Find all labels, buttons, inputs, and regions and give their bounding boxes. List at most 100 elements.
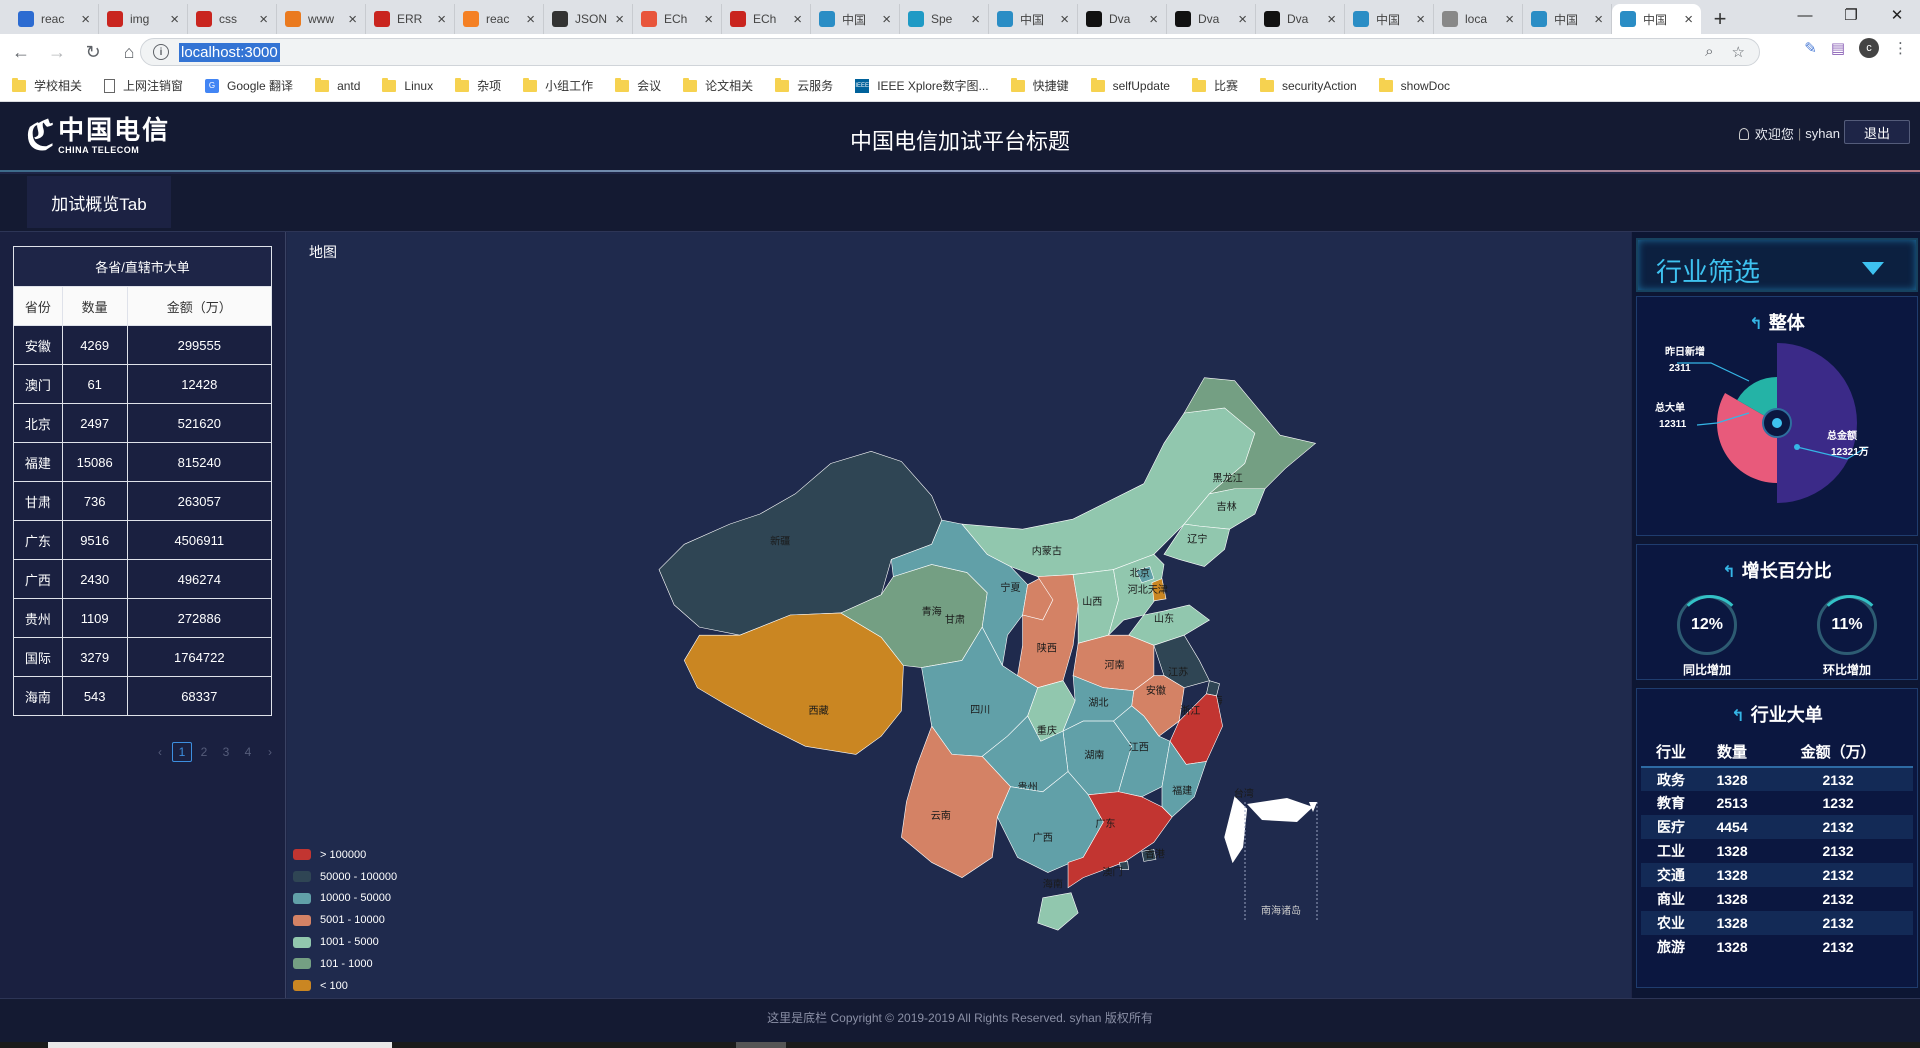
bookmark-label: antd: [337, 78, 361, 93]
browser-tab[interactable]: 中国 ×: [811, 4, 900, 34]
bookmark-item[interactable]: G Google 翻译: [205, 77, 293, 94]
site-info-icon[interactable]: i: [153, 44, 169, 60]
tab-title: ERR: [397, 12, 423, 26]
browser-tab[interactable]: 中国 ×: [1523, 4, 1612, 34]
browser-tab[interactable]: img ×: [99, 4, 188, 34]
bookmark-item[interactable]: 学校相关: [12, 77, 82, 94]
close-window-button[interactable]: ✕: [1874, 0, 1920, 30]
legend-item[interactable]: > 100000: [293, 844, 397, 866]
legend-item[interactable]: 1001 - 5000: [293, 931, 397, 953]
close-tab-icon[interactable]: ×: [170, 11, 179, 28]
next-page-icon[interactable]: ›: [260, 742, 280, 762]
browser-tab[interactable]: reac ×: [455, 4, 544, 34]
browser-tab[interactable]: ECh ×: [722, 4, 811, 34]
map-region[interactable]: [683, 612, 904, 755]
bookmark-item[interactable]: 快捷键: [1010, 77, 1069, 94]
extension-icon[interactable]: ✎: [1804, 39, 1817, 57]
browser-tab[interactable]: Dva ×: [1167, 4, 1256, 34]
zoom-icon[interactable]: ⌕: [1705, 43, 1713, 61]
new-tab-button[interactable]: +: [1705, 4, 1735, 34]
legend-item[interactable]: 5001 - 10000: [293, 909, 397, 931]
china-map[interactable]: 新疆西藏青海甘肃内蒙古黑龙江吉林辽宁宁夏陕西山西河北北京天津山东河南江苏安徽上海…: [287, 232, 1631, 998]
tab-overview[interactable]: 加试概览Tab: [27, 176, 171, 228]
map-region[interactable]: [1224, 796, 1248, 864]
browser-tab[interactable]: 中国 ×: [989, 4, 1078, 34]
tab-title: Dva: [1287, 12, 1309, 26]
window-controls: — ❐ ✕: [1782, 0, 1920, 30]
close-tab-icon[interactable]: ×: [1505, 11, 1514, 28]
bookmark-item[interactable]: Linux: [382, 77, 433, 93]
profile-avatar[interactable]: c: [1859, 38, 1879, 58]
browser-tab[interactable]: 中国 ×: [1612, 4, 1701, 34]
logout-button[interactable]: 退出: [1844, 120, 1910, 144]
close-tab-icon[interactable]: ×: [348, 11, 357, 28]
browser-tab[interactable]: JSON ×: [544, 4, 633, 34]
close-tab-icon[interactable]: ×: [1238, 11, 1247, 28]
close-tab-icon[interactable]: ×: [615, 11, 624, 28]
maximize-button[interactable]: ❐: [1828, 0, 1874, 30]
close-tab-icon[interactable]: ×: [1684, 11, 1693, 28]
close-tab-icon[interactable]: ×: [971, 11, 980, 28]
browser-tab[interactable]: css ×: [188, 4, 277, 34]
bookmark-item[interactable]: IEEE IEEE Xplore数字图...: [855, 77, 989, 94]
forward-button[interactable]: →: [42, 37, 72, 67]
browser-tab[interactable]: ECh ×: [633, 4, 722, 34]
extension-icon-2[interactable]: ▤: [1831, 39, 1845, 57]
browser-tab[interactable]: Dva ×: [1256, 4, 1345, 34]
map-region-label: 福建: [1172, 784, 1192, 797]
legend-label: 50000 - 100000: [320, 870, 398, 883]
close-tab-icon[interactable]: ×: [1416, 11, 1425, 28]
minimize-button[interactable]: —: [1782, 0, 1828, 30]
reload-button[interactable]: ↻: [78, 37, 108, 67]
page-number[interactable]: 4: [238, 742, 258, 762]
close-tab-icon[interactable]: ×: [704, 11, 713, 28]
close-tab-icon[interactable]: ×: [259, 11, 268, 28]
browser-tab[interactable]: Spe ×: [900, 4, 989, 34]
close-tab-icon[interactable]: ×: [882, 11, 891, 28]
address-bar[interactable]: i localhost:3000 ⌕ ☆: [140, 38, 1760, 66]
bookmark-item[interactable]: 上网注销窗: [104, 77, 183, 94]
close-tab-icon[interactable]: ×: [81, 11, 90, 28]
back-button[interactable]: ←: [6, 37, 36, 67]
page-number[interactable]: 3: [216, 742, 236, 762]
bookmark-star-icon[interactable]: ☆: [1732, 43, 1745, 61]
browser-tab[interactable]: ERR ×: [366, 4, 455, 34]
browser-tab[interactable]: Dva ×: [1078, 4, 1167, 34]
legend-item[interactable]: 50000 - 100000: [293, 866, 397, 888]
browser-tab[interactable]: reac ×: [10, 4, 99, 34]
bookmark-item[interactable]: 杂项: [455, 77, 501, 94]
bookmark-item[interactable]: 会议: [615, 77, 661, 94]
browser-tab[interactable]: loca ×: [1434, 4, 1523, 34]
map-region[interactable]: [1206, 680, 1220, 697]
legend-item[interactable]: 101 - 1000: [293, 953, 397, 975]
prev-page-icon[interactable]: ‹: [150, 742, 170, 762]
close-tab-icon[interactable]: ×: [1060, 11, 1069, 28]
close-tab-icon[interactable]: ×: [1149, 11, 1158, 28]
close-tab-icon[interactable]: ×: [1594, 11, 1603, 28]
bookmark-item[interactable]: antd: [315, 77, 361, 93]
bookmark-item[interactable]: 论文相关: [683, 77, 753, 94]
bookmark-item[interactable]: selfUpdate: [1090, 77, 1170, 93]
bookmark-item[interactable]: securityAction: [1259, 77, 1357, 93]
bookmark-item[interactable]: 比赛: [1191, 77, 1238, 94]
industry-filter-select[interactable]: 行业筛选: [1636, 238, 1918, 292]
page-number[interactable]: 1: [172, 742, 192, 762]
legend-item[interactable]: 10000 - 50000: [293, 888, 397, 910]
bookmark-item[interactable]: 云服务: [775, 77, 833, 94]
browser-tab[interactable]: www ×: [277, 4, 366, 34]
page-number[interactable]: 2: [194, 742, 214, 762]
menu-icon[interactable]: ⋮: [1893, 39, 1908, 57]
legend-item[interactable]: < 100: [293, 975, 397, 997]
close-tab-icon[interactable]: ×: [526, 11, 535, 28]
url-text[interactable]: localhost:3000: [179, 42, 280, 62]
map-region-label: 河南: [1104, 659, 1124, 672]
map-region[interactable]: [1037, 892, 1079, 931]
browser-tab[interactable]: 中国 ×: [1345, 4, 1434, 34]
close-tab-icon[interactable]: ×: [437, 11, 446, 28]
close-tab-icon[interactable]: ×: [1327, 11, 1336, 28]
close-tab-icon[interactable]: ×: [793, 11, 802, 28]
orange-c-icon: [285, 11, 301, 27]
bookmark-item[interactable]: showDoc: [1378, 77, 1450, 93]
page-icon: [104, 78, 116, 93]
bookmark-item[interactable]: 小组工作: [523, 77, 593, 94]
